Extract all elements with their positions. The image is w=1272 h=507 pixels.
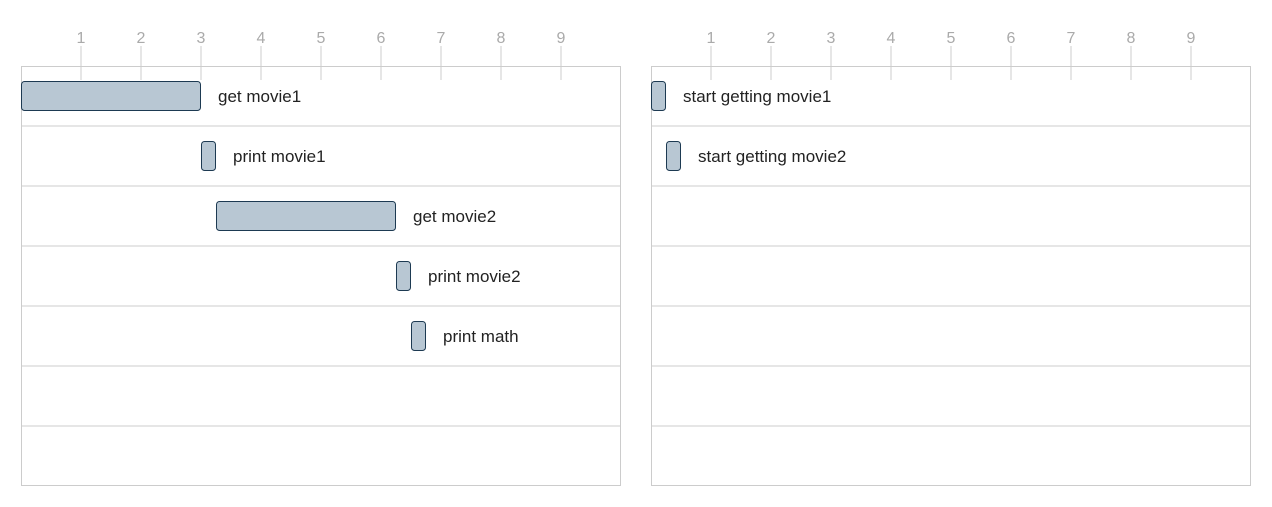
task-bar bbox=[651, 81, 666, 111]
axis-tick-label: 4 bbox=[887, 30, 896, 47]
task-label: start getting movie2 bbox=[698, 147, 846, 166]
axis-tick-label: 8 bbox=[497, 30, 506, 47]
task-label: start getting movie1 bbox=[683, 87, 831, 106]
axis-tick-label: 7 bbox=[437, 30, 446, 47]
task-label: get movie2 bbox=[413, 207, 496, 226]
axis-tick-label: 9 bbox=[1187, 30, 1196, 47]
gantt-figure: 1 2 3 4 5 6 7 8 9 get movie1 print movie1 get movie… bbox=[21, 30, 1251, 486]
task-bar bbox=[666, 141, 681, 171]
task-label: get movie1 bbox=[218, 87, 301, 106]
chart-frame bbox=[21, 66, 621, 486]
axis-tick-label: 2 bbox=[137, 30, 146, 47]
gantt-panel-right: 1 2 3 4 5 6 7 8 9 start getting movie1 start getti… bbox=[651, 30, 1251, 486]
chart-frame bbox=[651, 66, 1251, 486]
axis-tick-label: 1 bbox=[77, 30, 86, 47]
task-bar bbox=[411, 321, 426, 351]
axis-tick-label: 9 bbox=[557, 30, 566, 47]
axis-tick-label: 2 bbox=[767, 30, 776, 47]
axis-tick-label: 8 bbox=[1127, 30, 1136, 47]
task-bar bbox=[201, 141, 216, 171]
axis-tick-label: 7 bbox=[1067, 30, 1076, 47]
gantt-panel-left: 1 2 3 4 5 6 7 8 9 get movie1 print movie1 get movie… bbox=[21, 30, 621, 486]
axis-tick-label: 6 bbox=[377, 30, 386, 47]
task-label: print movie1 bbox=[233, 147, 326, 166]
task-bar bbox=[216, 201, 396, 231]
task-bar bbox=[21, 81, 201, 111]
task-label: print movie2 bbox=[428, 267, 521, 286]
axis-tick-label: 5 bbox=[317, 30, 326, 47]
axis-tick-label: 4 bbox=[257, 30, 266, 47]
task-label: print math bbox=[443, 327, 519, 346]
axis-tick-label: 1 bbox=[707, 30, 716, 47]
task-bar bbox=[396, 261, 411, 291]
axis-tick-label: 3 bbox=[197, 30, 206, 47]
axis-tick-label: 3 bbox=[827, 30, 836, 47]
axis-tick-label: 6 bbox=[1007, 30, 1016, 47]
axis-tick-label: 5 bbox=[947, 30, 956, 47]
